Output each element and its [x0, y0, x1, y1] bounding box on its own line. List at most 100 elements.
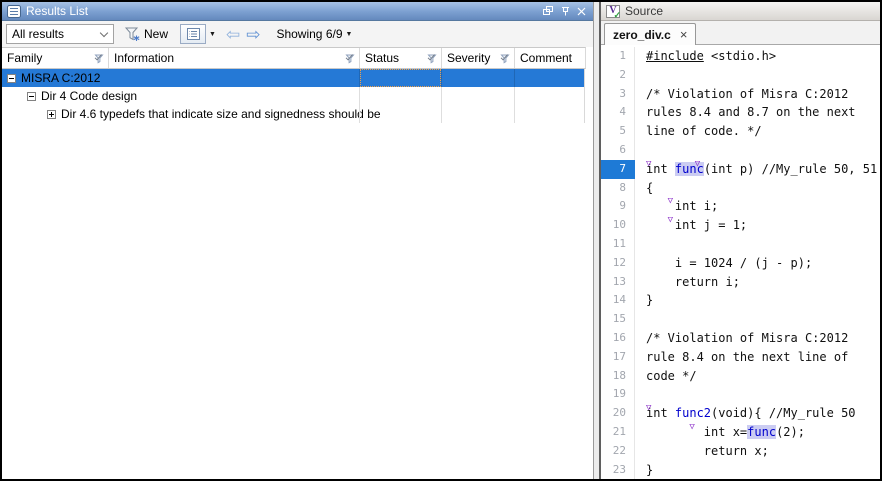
column-separator [359, 105, 360, 123]
code-segment: line of code. */ [646, 124, 762, 138]
code-line[interactable]: 11 [601, 235, 880, 254]
results-tree-row[interactable]: MISRA C:2012 [2, 69, 585, 87]
line-number: 4 [601, 103, 635, 122]
layout-caret-icon[interactable]: ▼ [209, 31, 216, 38]
code-line[interactable]: 18code */ [601, 367, 880, 386]
filter-icon[interactable] [499, 53, 511, 64]
funnel-new-icon [124, 26, 141, 42]
column-header-label: Status [365, 51, 426, 65]
column-header-status[interactable]: Status [360, 48, 442, 68]
column-header-comment[interactable]: Comment [515, 48, 585, 68]
tree-indent [2, 96, 27, 97]
results-filter-dropdown[interactable]: All results [6, 24, 114, 44]
column-header-information[interactable]: Information [109, 48, 360, 68]
column-separator [441, 69, 442, 87]
source-tabbar: zero_div.c × [601, 21, 880, 45]
chevron-down-icon: ▼ [346, 31, 353, 38]
violation-mark-icon[interactable]: ▽ [689, 418, 694, 437]
filter-icon[interactable] [93, 53, 105, 64]
column-header-severity[interactable]: Severity [442, 48, 515, 68]
violation-mark-icon[interactable]: ▽ [668, 211, 673, 230]
code-line[interactable]: 9▽ int i; [601, 197, 880, 216]
code-segment: rules 8.4 and 8.7 on the next [646, 105, 856, 119]
code-line[interactable]: 16/* Violation of Misra C:2012 [601, 329, 880, 348]
status-cell-focus [360, 69, 441, 87]
code-line[interactable]: 23} [601, 461, 880, 479]
pin-button[interactable] [561, 6, 570, 16]
filter-icon[interactable] [344, 53, 356, 64]
code-line[interactable]: 15 [601, 310, 880, 329]
code-segment: (int p) //My_rule 50, 51 [704, 162, 877, 176]
code-segment: (2); [776, 425, 805, 439]
code-line[interactable]: 6 [601, 141, 880, 160]
code-segment: i = 1024 / (j - p); [646, 256, 812, 270]
layout-options-button[interactable] [180, 24, 206, 44]
code-line[interactable]: 22 return x; [601, 442, 880, 461]
showing-results-dropdown[interactable]: Showing 6/9 ▼ [276, 27, 352, 41]
code-line[interactable]: 13 return i; [601, 273, 880, 292]
function-link[interactable]: func [747, 425, 776, 439]
results-table-body: MISRA C:2012 Dir 4 Code design Dir 4.6 typ… [2, 69, 593, 479]
code-line[interactable]: 20▽int func2(void){ //My_rule 50 [601, 404, 880, 423]
code-line[interactable]: 7▽▽int func(int p) //My_rule 50, 51 [601, 160, 880, 179]
new-filter-label: New [144, 27, 168, 41]
code-line[interactable]: 1#include <stdio.h> [601, 47, 880, 66]
column-separator [514, 69, 515, 87]
code-line[interactable]: 3/* Violation of Misra C:2012 [601, 85, 880, 104]
line-number: 20 [601, 404, 635, 423]
code-text: rules 8.4 and 8.7 on the next [635, 103, 880, 122]
code-text: code */ [635, 367, 880, 386]
code-text: ▽ int x=func(2); [635, 423, 880, 442]
column-separator [441, 87, 442, 105]
results-tree-row[interactable]: Dir 4 Code design [2, 87, 585, 105]
tree-expander-minus-icon[interactable] [27, 92, 36, 101]
float-button[interactable] [543, 6, 554, 16]
results-toolbar: All results New ▼ ⇦ ⇨ Showing 6/9 ▼ [2, 21, 593, 47]
list-icon [187, 28, 200, 40]
line-number: 16 [601, 329, 635, 348]
new-filter-button[interactable]: New [124, 26, 168, 42]
results-tree-row[interactable]: Dir 4.6 typedefs that indicate size and … [2, 105, 585, 123]
previous-result-button[interactable]: ⇦ [226, 26, 240, 43]
tab-close-icon[interactable]: × [680, 30, 688, 40]
code-line[interactable]: 10▽ int j = 1; [601, 216, 880, 235]
code-line[interactable]: 17rule 8.4 on the next line of [601, 348, 880, 367]
violation-mark-icon[interactable]: ▽ [695, 155, 700, 174]
tree-expander-minus-icon[interactable] [7, 74, 16, 83]
code-line[interactable]: 21▽ int x=func(2); [601, 423, 880, 442]
code-line[interactable]: 12 i = 1024 / (j - p); [601, 254, 880, 273]
tab-zero-div-c[interactable]: zero_div.c × [604, 23, 696, 45]
results-table-header: Family Information Status SeverityComment [2, 47, 586, 69]
code-line[interactable]: 5line of code. */ [601, 122, 880, 141]
line-number: 17 [601, 348, 635, 367]
code-line[interactable]: 4 rules 8.4 and 8.7 on the next [601, 103, 880, 122]
close-button[interactable] [577, 7, 586, 16]
close-icon [577, 7, 586, 16]
code-text: #include <stdio.h> [635, 47, 880, 66]
filter-icon[interactable] [426, 53, 438, 64]
line-number: 18 [601, 367, 635, 386]
line-number: 2 [601, 66, 635, 85]
tree-row-label: Dir 4.6 typedefs that indicate size and … [61, 107, 381, 121]
code-segment: int i; [646, 199, 718, 213]
source-icon: V ✓ [606, 5, 620, 18]
tree-expander-plus-icon[interactable] [47, 110, 56, 119]
violation-mark-icon[interactable]: ▽ [668, 192, 673, 211]
code-line[interactable]: 19 [601, 385, 880, 404]
violation-mark-icon[interactable]: ▽ [646, 155, 651, 174]
code-line[interactable]: 14} [601, 291, 880, 310]
source-code-area: 1#include <stdio.h>23/* Violation of Mis… [601, 45, 880, 479]
code-text [635, 385, 880, 404]
violation-mark-icon[interactable]: ▽ [646, 399, 651, 418]
line-number: 10 [601, 216, 635, 235]
next-result-button[interactable]: ⇨ [246, 26, 260, 43]
pin-icon [561, 6, 570, 16]
tree-row-label: Dir 4 Code design [41, 89, 137, 103]
polyspace-window: Results List All results New [0, 0, 882, 481]
column-header-label: Family [7, 51, 93, 65]
code-line[interactable]: 2 [601, 66, 880, 85]
code-line[interactable]: 8{ [601, 179, 880, 198]
column-separator [514, 105, 515, 123]
results-filter-value: All results [12, 27, 64, 41]
column-header-family[interactable]: Family [2, 48, 109, 68]
